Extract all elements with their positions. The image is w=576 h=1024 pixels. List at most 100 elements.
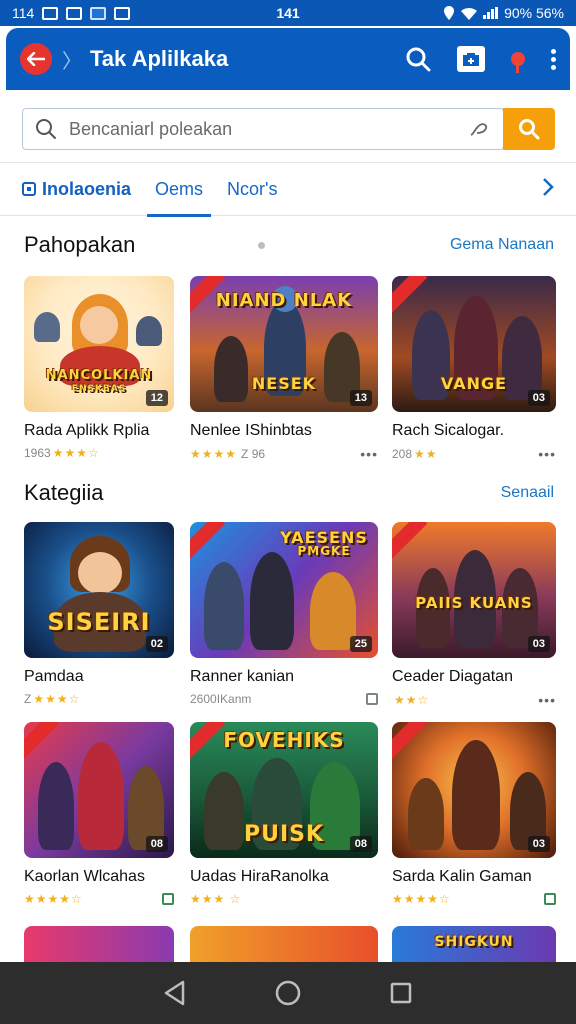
back-triangle-icon[interactable] — [163, 980, 187, 1006]
app-meta: 1963 ★★★☆ — [24, 446, 174, 460]
ribbon-decoration — [24, 722, 60, 761]
wifi-icon — [461, 7, 478, 20]
tab-oems[interactable]: Oems — [147, 162, 212, 217]
rating-stars: ★★☆ — [394, 693, 430, 707]
app-name: Ceader Diagatan — [392, 668, 513, 685]
camera-icon — [66, 6, 83, 20]
app-name: Uadas HiraRanolka — [190, 868, 329, 885]
search-icon[interactable] — [405, 46, 431, 72]
app-thumbnail: FOVEHIKS PUISK 08 — [190, 722, 378, 858]
rating-stars: ★★★☆ — [52, 446, 100, 460]
category-section-header: Kategiia Senaail — [24, 480, 554, 506]
rating-stars: ★★★ ☆ — [190, 892, 242, 906]
app-thumbnail: NANCOLKIAN ENSKBAS 12 — [24, 276, 174, 412]
tab-label: Oems — [155, 178, 204, 199]
tab-ncors[interactable]: Ncor's — [227, 162, 277, 216]
thumbnail-badge: 13 — [349, 390, 372, 406]
install-icon[interactable] — [544, 893, 556, 905]
app-meta: Z ★★★☆ — [24, 692, 174, 706]
install-icon[interactable] — [366, 693, 378, 705]
install-icon[interactable] — [162, 893, 174, 905]
app-thumbnail: SHIGKUN — [392, 926, 556, 962]
app-meta-text: 2600IKanm — [190, 692, 252, 706]
see-all-link[interactable]: Senaail — [501, 484, 554, 502]
search-input[interactable] — [69, 118, 439, 140]
app-card[interactable]: SISEIRI 02 Pamdaa Z ★★★☆ — [24, 522, 174, 706]
app-card[interactable]: 08 Kaorlan Wlcahas ★★★★☆ — [24, 722, 174, 906]
thumbnail-art-subtitle: PMGKE — [297, 544, 351, 558]
app-name: Kaorlan Wlcahas — [24, 868, 145, 885]
back-arrow-icon[interactable] — [20, 43, 52, 75]
thumbnail-art-title: SISEIRI — [47, 608, 151, 636]
app-card[interactable]: FOVEHIKS PUISK 08 Uadas HiraRanolka ★★★ … — [190, 722, 378, 906]
tab-box-icon — [22, 182, 36, 196]
rating-stars: ★★★☆ — [33, 692, 81, 706]
location-pin-icon[interactable] — [511, 52, 525, 73]
thumbnail-art-title: PAIIS KUANS — [415, 594, 533, 612]
search-button[interactable] — [503, 108, 555, 150]
see-all-link[interactable]: Gema Nanaan — [450, 236, 554, 254]
app-thumbnail: PAIIS KUANS 03 — [392, 522, 556, 658]
tab-inolaoenia[interactable]: Inolaoenia — [22, 162, 131, 216]
app-card[interactable]: NIAND NLAK NESEK 13 Nenlee IShinbtas ★★★… — [190, 276, 378, 462]
status-time-left: 114 — [12, 5, 35, 21]
app-card[interactable] — [24, 926, 174, 962]
app-name: Rach Sicalogar. — [392, 422, 505, 439]
signal-icon — [483, 7, 499, 19]
app-meta: ★★★★☆ — [392, 892, 556, 906]
status-clock: 141 — [276, 5, 300, 21]
thumbnail-badge: 12 — [145, 390, 168, 406]
app-card[interactable]: NANCOLKIAN ENSKBAS 12 Rada Aplikk Rplia … — [24, 276, 174, 460]
app-name: Ranner kanian — [190, 668, 295, 685]
app-meta: 2600IKanm — [190, 692, 378, 706]
app-card[interactable]: YAESENS PMGKE 25 Ranner kanian 2600IKanm — [190, 522, 378, 706]
app-thumbnail: 03 — [392, 722, 556, 858]
app-name: Sarda Kalin Gaman — [392, 868, 532, 885]
breadcrumb-separator: 〉 — [62, 50, 82, 73]
app-name: Pamdaa — [24, 668, 84, 685]
app-thumbnail — [24, 926, 174, 962]
voice-icon[interactable] — [467, 119, 491, 139]
tab-label: Inolaoenia — [42, 178, 132, 199]
home-circle-icon[interactable] — [274, 979, 302, 1007]
app-card[interactable]: SHIGKUN — [392, 926, 556, 962]
search-area — [0, 90, 576, 162]
featured-section-header: Pahopakan Gema Nanaan — [24, 232, 554, 258]
more-options-icon[interactable]: ••• — [538, 446, 556, 462]
image-icon — [114, 6, 131, 20]
app-thumbnail: NIAND NLAK NESEK 13 — [190, 276, 378, 412]
thumbnail-badge: 08 — [349, 836, 372, 852]
app-card[interactable]: PAIIS KUANS 03 Ceader Diagatan ★★☆ ••• — [392, 522, 556, 708]
search-box — [22, 108, 504, 150]
store-icon[interactable] — [457, 46, 485, 72]
ribbon-decoration — [392, 522, 428, 561]
app-name: Nenlee IShinbtas — [190, 422, 312, 439]
app-meta-text: Z 96 — [241, 447, 266, 461]
thumbnail-art-title: NANCOLKIAN — [45, 368, 153, 383]
thumbnail-badge: 08 — [145, 836, 168, 852]
section-title: Kategiia — [24, 480, 104, 505]
recents-square-icon[interactable] — [389, 981, 413, 1005]
app-card[interactable]: 03 Sarda Kalin Gaman ★★★★☆ — [392, 722, 556, 906]
notification-icon — [42, 6, 59, 20]
thumbnail-badge: 02 — [145, 636, 168, 652]
kebab-menu-icon[interactable] — [551, 48, 556, 70]
system-nav-bar — [0, 962, 576, 1024]
thumbnail-badge: 03 — [527, 390, 550, 406]
app-meta: ★★☆ ••• — [392, 692, 556, 708]
location-icon — [444, 6, 455, 20]
app-meta-text: 1963 — [24, 446, 51, 460]
app-card[interactable] — [190, 926, 378, 962]
app-name: Rada Aplikk Rplia — [24, 422, 150, 439]
thumbnail-art-title: FOVEHIKS — [223, 728, 345, 752]
thumbnail-art-title: NIAND NLAK — [215, 290, 353, 311]
app-card[interactable]: VANGE 03 Rach Sicalogar. 208 ★★ ••• — [392, 276, 556, 462]
more-options-icon[interactable]: ••• — [538, 692, 556, 708]
tab-bar: Inolaoenia Oems Ncor's — [0, 162, 576, 217]
more-options-icon[interactable]: ••• — [360, 446, 378, 462]
app-thumbnail — [190, 926, 378, 962]
app-meta-text: 208 — [392, 447, 413, 461]
chevron-right-icon[interactable] — [542, 177, 554, 197]
page-title: Tak Aplilkaka — [90, 46, 229, 71]
app-thumbnail: SISEIRI 02 — [24, 522, 174, 658]
